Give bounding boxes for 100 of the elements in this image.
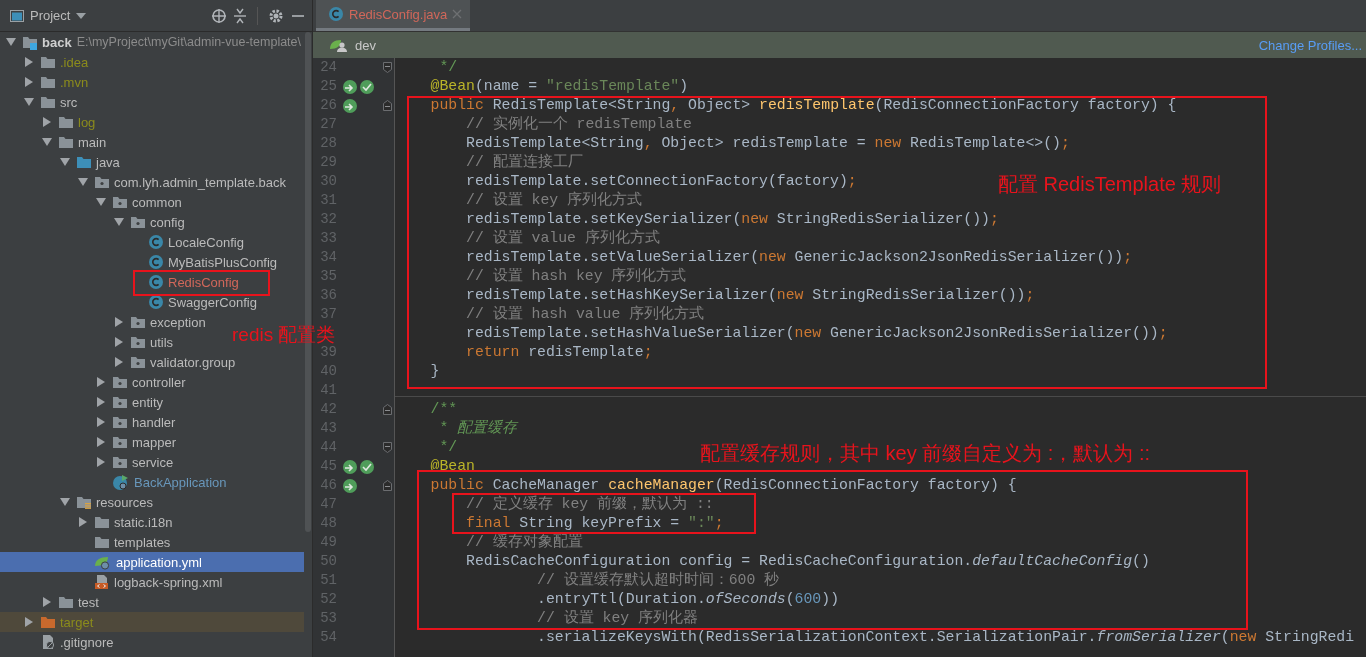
collapsed-arrow-icon[interactable]	[97, 437, 105, 447]
tree-item[interactable]: mapper	[0, 432, 181, 452]
class-icon	[148, 234, 164, 250]
code-line: redisTemplate.setKeySerializer(new StringRedisSerializer());	[465, 211, 999, 227]
code-line: @Bean	[429, 458, 475, 474]
code-line: * 配置缓存	[438, 420, 518, 436]
tree-item[interactable]: validator.group	[0, 352, 240, 372]
expanded-arrow-icon[interactable]	[96, 198, 106, 206]
tree-item[interactable]: entity	[0, 392, 168, 412]
tree-item[interactable]: utils	[0, 332, 178, 352]
package-icon	[112, 374, 128, 390]
gutter-check-icon[interactable]	[359, 78, 375, 95]
fold-icon[interactable]	[382, 480, 392, 491]
tree-item[interactable]: application.yml	[0, 552, 206, 572]
tree-item[interactable]: test	[0, 592, 103, 612]
class-icon	[148, 294, 164, 310]
tree-item[interactable]: java	[0, 152, 124, 172]
tree-item[interactable]: controller	[0, 372, 190, 392]
collapsed-arrow-icon[interactable]	[25, 77, 33, 87]
tree-item[interactable]: src	[0, 92, 82, 112]
folder-icon	[58, 134, 74, 150]
folder-icon	[58, 594, 74, 610]
fold-icon[interactable]	[382, 442, 392, 453]
tree-item[interactable]: logback-spring.xml	[0, 572, 227, 592]
tree-item[interactable]: SwaggerConfig	[0, 292, 261, 312]
code-line: return redisTemplate;	[465, 344, 653, 360]
ignore-file-icon	[40, 634, 56, 650]
expanded-arrow-icon[interactable]	[6, 38, 16, 46]
code-line: public CacheManager cacheManager(RedisConnectionFactory factory) {	[429, 477, 1017, 493]
collapsed-arrow-icon[interactable]	[97, 397, 105, 407]
fold-icon[interactable]	[382, 100, 392, 111]
fold-icon[interactable]	[382, 62, 392, 73]
collapsed-arrow-icon[interactable]	[43, 117, 51, 127]
collapsed-arrow-icon[interactable]	[25, 617, 33, 627]
folder-icon	[40, 74, 56, 90]
code-line: /**	[429, 401, 458, 417]
tree-item[interactable]: BackApplication	[0, 472, 231, 492]
class-icon	[112, 474, 130, 490]
code-line: // 设置 key 序列化方式	[465, 192, 643, 208]
gutter-check-icon[interactable]	[359, 458, 375, 475]
tree-item[interactable]: MyBatisPlusConfig	[0, 252, 282, 272]
folder-icon	[94, 534, 110, 550]
tree-item[interactable]: service	[0, 452, 178, 472]
tree-item[interactable]: LocaleConfig	[0, 232, 248, 252]
tree-item[interactable]: common	[0, 192, 186, 212]
code-line: */	[438, 59, 458, 75]
code-line: redisTemplate.setConnectionFactory(factory);	[465, 173, 857, 189]
tree-item[interactable]: .idea	[0, 52, 93, 72]
expanded-arrow-icon[interactable]	[78, 178, 88, 186]
resources-folder-icon	[76, 494, 92, 510]
collapsed-arrow-icon[interactable]	[115, 317, 123, 327]
tree-item[interactable]: static.i18n	[0, 512, 177, 532]
tree-item[interactable]: config	[0, 212, 189, 232]
window-icon	[10, 9, 24, 22]
code-line: // 设置 key 序列化器	[536, 610, 699, 626]
collapsed-arrow-icon[interactable]	[25, 57, 33, 67]
code-line: final String keyPrefix = ":";	[465, 515, 724, 531]
code-line: // 设置 value 序列化方式	[465, 230, 660, 246]
collapsed-arrow-icon[interactable]	[115, 357, 123, 367]
code-line: // 缓存对象配置	[465, 534, 583, 550]
collapsed-arrow-icon[interactable]	[43, 597, 51, 607]
collapsed-arrow-icon[interactable]	[97, 457, 105, 467]
code-line: // 配置连接工厂	[465, 154, 583, 170]
tree-item[interactable]: exception	[0, 312, 210, 332]
caret-icon	[76, 12, 87, 19]
code-line: // 设置 hash value 序列化方式	[465, 306, 705, 322]
tree-item[interactable]: .mvn	[0, 72, 93, 92]
tree-item[interactable]: com.lyh.admin_template.back	[0, 172, 290, 192]
code-line: }	[429, 363, 440, 379]
module-folder-icon	[22, 34, 38, 50]
profile-icon	[329, 37, 349, 53]
expanded-arrow-icon[interactable]	[60, 498, 70, 506]
code-line: .entryTtl(Duration.ofSeconds(600))	[536, 591, 839, 607]
folder-icon	[94, 514, 110, 530]
tree-item[interactable]: .gitignore	[0, 632, 118, 652]
tree-item[interactable]: main	[0, 132, 111, 152]
code-editor[interactable]	[313, 58, 1366, 657]
tree-item[interactable]: back E:\myProject\myGit\admin-vue-template\	[0, 32, 304, 52]
expanded-arrow-icon[interactable]	[42, 138, 52, 146]
annotation-label: redis 配置类	[232, 324, 336, 346]
fold-icon[interactable]	[382, 404, 392, 415]
profile-name: dev	[355, 37, 376, 53]
expanded-arrow-icon[interactable]	[24, 98, 34, 106]
collapsed-arrow-icon[interactable]	[97, 417, 105, 427]
settings-icon	[268, 7, 284, 24]
tree-item[interactable]: handler	[0, 412, 180, 432]
tree-item[interactable]: templates	[0, 532, 175, 552]
collapsed-arrow-icon[interactable]	[115, 337, 123, 347]
crosshair-icon	[211, 7, 227, 24]
tree-item[interactable]: resources	[0, 492, 158, 512]
code-line: // 定义缓存 key 前缀，默认为 ::	[465, 496, 714, 512]
collapsed-arrow-icon[interactable]	[97, 377, 105, 387]
tree-item[interactable]: RedisConfig	[0, 272, 243, 292]
expanded-arrow-icon[interactable]	[114, 218, 124, 226]
collapsed-arrow-icon[interactable]	[79, 517, 87, 527]
panel-title[interactable]: Project	[30, 8, 71, 23]
code-line: // 设置 hash key 序列化方式	[465, 268, 687, 284]
tree-item[interactable]: log	[0, 112, 100, 132]
code-line: */	[438, 439, 458, 455]
expanded-arrow-icon[interactable]	[60, 158, 70, 166]
